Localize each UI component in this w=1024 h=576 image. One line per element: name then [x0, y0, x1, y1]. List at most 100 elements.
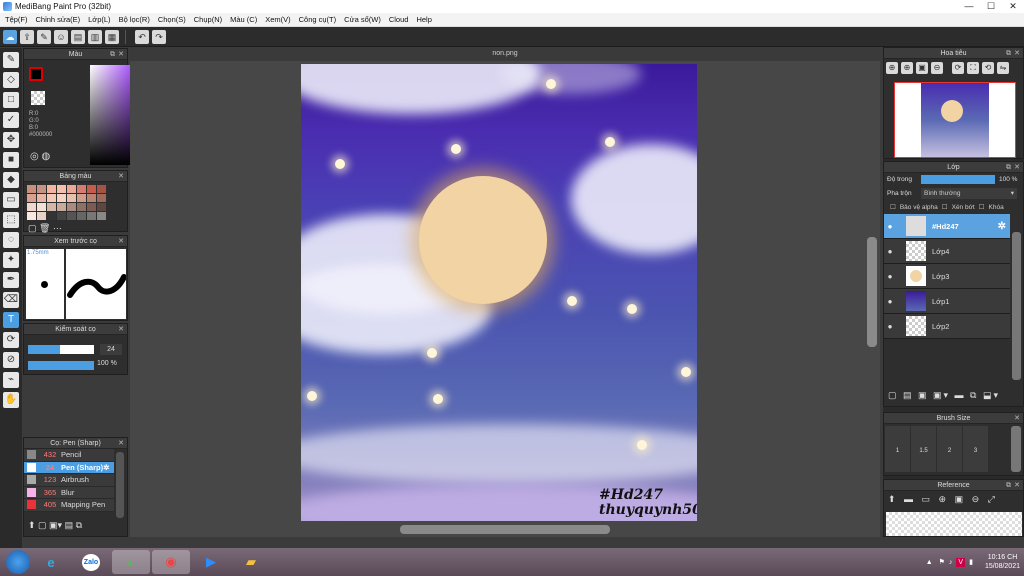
brush-size-option[interactable]: 1.5 [911, 426, 936, 472]
menu-window[interactable]: Cửa sổ(W) [344, 15, 381, 24]
color-swatch[interactable] [47, 194, 56, 202]
select-eraser-icon[interactable]: ⌫ [3, 292, 19, 308]
color-swatch[interactable] [57, 194, 66, 202]
bucket-tool-icon[interactable]: ◆ [3, 172, 19, 188]
move-tool-icon[interactable]: ✥ [3, 132, 19, 148]
brush-item-blur[interactable]: 365 Blur [24, 486, 114, 499]
color-swatch[interactable] [37, 203, 46, 211]
close-icon[interactable]: ✕ [1014, 480, 1020, 491]
layer-actions[interactable]: ▢ ▤ ▣ ▣▾ ▬ ⧉ ⬓▾ [888, 390, 1000, 401]
comment-icon[interactable]: ✎ [37, 29, 51, 44]
operation-tool-icon[interactable]: ⟳ [3, 332, 19, 348]
undo-icon[interactable]: ↶ [135, 29, 149, 44]
menu-color[interactable]: Màu (C) [230, 15, 257, 24]
menu-cloud[interactable]: Cloud [389, 15, 409, 24]
brush-size-option[interactable]: 2 [937, 426, 962, 472]
layer-row[interactable]: ● Lớp4 [884, 239, 1010, 264]
layer-opacity-slider[interactable] [921, 175, 995, 184]
color-swatch[interactable] [27, 203, 36, 211]
brush-list-actions[interactable]: ⬆ ▢ ▣▾ ▤ ⧉ [28, 520, 82, 531]
redo-icon[interactable]: ↷ [152, 29, 166, 44]
color-swatch[interactable] [37, 212, 46, 220]
swatch-actions[interactable]: ▢ 🗑 ⋯ [24, 223, 127, 234]
undock-icon[interactable]: ⧉ [1006, 48, 1011, 59]
brush-tool-icon[interactable]: ✎ [3, 52, 19, 68]
visibility-eye-icon[interactable]: ● [884, 322, 896, 331]
brush-item-airbrush[interactable]: 123 Airbrush [24, 474, 114, 487]
dropper-tool-icon[interactable]: ⌁ [3, 372, 19, 388]
flag-icon[interactable]: ⚑ [939, 558, 945, 566]
color-swatch[interactable] [57, 203, 66, 211]
rectangle-tool-icon[interactable]: □ [3, 92, 19, 108]
undock-icon[interactable]: ⧉ [1006, 162, 1011, 173]
transparent-color-swatch[interactable] [31, 91, 45, 105]
horizontal-scrollbar[interactable] [400, 525, 610, 534]
layer-row[interactable]: ● Lớp3 [884, 264, 1010, 289]
tray-chevron-up-icon[interactable]: ▲ [926, 559, 933, 566]
menu-snap[interactable]: Chụp(N) [194, 15, 222, 24]
unikey-icon[interactable]: V [956, 557, 966, 567]
undock-icon[interactable]: ⧉ [110, 49, 115, 60]
zoom-in-icon[interactable]: ⊕ [901, 62, 913, 74]
brush-list-scrollbar[interactable] [116, 452, 124, 518]
brush-item-mapping-pen[interactable]: 405 Mapping Pen [24, 499, 114, 512]
color-swatch[interactable] [47, 185, 56, 193]
color-swatch[interactable] [87, 203, 96, 211]
layer-list-scrollbar[interactable] [1012, 232, 1021, 380]
artwork-canvas[interactable]: #Hd247 thuyquynh50 [301, 64, 697, 521]
menu-layer[interactable]: Lớp(L) [88, 15, 110, 24]
color-swatch[interactable] [27, 194, 36, 202]
text-tool-icon[interactable]: T [3, 312, 19, 328]
visibility-eye-icon[interactable]: ● [884, 247, 896, 256]
color-swatch[interactable] [47, 203, 56, 211]
visibility-eye-icon[interactable]: ● [884, 297, 896, 306]
undock-icon[interactable]: ⧉ [1006, 480, 1011, 491]
color-swatch[interactable] [87, 185, 96, 193]
color-swatch[interactable] [87, 194, 96, 202]
fit-icon[interactable]: ▣ [916, 62, 928, 74]
maximize-button[interactable]: ☐ [980, 0, 1002, 13]
rotate-reset-icon[interactable]: ⟲ [982, 62, 994, 74]
visibility-eye-icon[interactable]: ● [884, 222, 896, 231]
fullscreen-icon[interactable]: ⛶ [967, 62, 979, 74]
protect-alpha-checkbox[interactable]: ☐ [890, 203, 896, 211]
shape-fill-tool-icon[interactable]: ■ [3, 152, 19, 168]
settings-gear-icon[interactable]: ✲ [998, 221, 1006, 232]
network-icon[interactable]: ▮ [969, 558, 973, 566]
color-swatch[interactable] [47, 212, 56, 220]
layout-icon[interactable]: ▤ [71, 29, 85, 44]
color-swatch[interactable] [57, 212, 66, 220]
close-icon[interactable]: ✕ [118, 49, 124, 60]
eyedropper-tool-icon[interactable]: ⊘ [3, 352, 19, 368]
share-icon[interactable]: ⇪ [20, 29, 34, 44]
select-pen-icon[interactable]: ✒ [3, 272, 19, 288]
navigator-thumbnail[interactable] [894, 82, 1016, 158]
color-swatch[interactable] [97, 203, 106, 211]
color-swatch[interactable] [77, 194, 86, 202]
zalo-taskbar-button[interactable]: Zalo [72, 550, 110, 574]
layer-row[interactable]: ● Lớp2 [884, 314, 1010, 339]
saturation-value-picker[interactable] [90, 65, 134, 165]
color-swatch[interactable] [77, 185, 86, 193]
close-icon[interactable]: ✕ [118, 236, 124, 247]
color-swatch[interactable] [97, 185, 106, 193]
menu-tools[interactable]: Công cụ(T) [299, 15, 337, 24]
clipping-checkbox[interactable]: ☐ [942, 203, 948, 211]
minimize-button[interactable]: — [958, 0, 980, 13]
brush-size-scrollbar[interactable] [1011, 426, 1021, 472]
close-icon[interactable]: ✕ [118, 171, 124, 182]
brush-item-pencil[interactable]: 432 Pencil [24, 449, 114, 462]
brush-item-pen-sharp[interactable]: 24 Pen (Sharp) ✲ [24, 461, 114, 474]
reference-canvas[interactable] [886, 512, 1022, 536]
hand-tool-icon[interactable]: ✋ [3, 392, 19, 408]
color-swatch[interactable] [77, 203, 86, 211]
chrome-icon[interactable]: ◉ [152, 550, 190, 574]
menu-select[interactable]: Chọn(S) [158, 15, 186, 24]
menu-help[interactable]: Help [416, 15, 431, 24]
foreground-color-swatch[interactable] [29, 67, 43, 81]
panel-icon[interactable]: ▥ [88, 29, 102, 44]
layer-row[interactable]: ● Lớp1 [884, 289, 1010, 314]
flip-icon[interactable]: ⇋ [997, 62, 1009, 74]
color-swatch[interactable] [37, 185, 46, 193]
ie-icon[interactable]: e [32, 550, 70, 574]
